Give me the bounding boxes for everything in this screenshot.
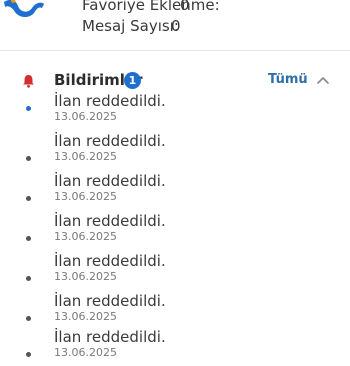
messages-value: 0 bbox=[171, 17, 181, 35]
notification-date: 13.06.2025 bbox=[54, 310, 117, 323]
notification-text: İlan reddedildi. bbox=[54, 92, 166, 110]
notification-date: 13.06.2025 bbox=[54, 230, 117, 243]
favorites-value: 0 bbox=[180, 0, 190, 14]
stats-panel: Favoriye Eklenme: 0 Mesaj Sayısı: 0 bbox=[0, 0, 350, 52]
notification-item[interactable]: İlan reddedildi. 13.06.2025 bbox=[0, 92, 350, 130]
read-dot-icon bbox=[26, 276, 31, 281]
notification-item[interactable]: İlan reddedildi. 13.06.2025 bbox=[0, 132, 350, 170]
notification-item[interactable]: İlan reddedildi. 13.06.2025 bbox=[0, 212, 350, 250]
notification-date: 13.06.2025 bbox=[54, 270, 117, 283]
notification-text: İlan reddedildi. bbox=[54, 212, 166, 230]
notification-text: İlan reddedildi. bbox=[54, 328, 166, 346]
notification-item[interactable]: İlan reddedildi. 13.06.2025 bbox=[0, 292, 350, 330]
notifications-count-badge: 1 bbox=[124, 72, 141, 89]
read-dot-icon bbox=[26, 196, 31, 201]
read-dot-icon bbox=[26, 236, 31, 241]
unread-dot-icon bbox=[26, 106, 31, 111]
notification-item[interactable]: İlan reddedildi. 13.06.2025 bbox=[0, 252, 350, 290]
chevron-up-icon[interactable] bbox=[316, 74, 330, 86]
bell-icon bbox=[23, 75, 34, 88]
notification-text: İlan reddedildi. bbox=[54, 292, 166, 310]
favorites-label: Favoriye Eklenme: bbox=[82, 0, 220, 14]
messages-label: Mesaj Sayısı: bbox=[82, 17, 179, 35]
notification-date: 13.06.2025 bbox=[54, 110, 117, 123]
notification-date: 13.06.2025 bbox=[54, 346, 117, 359]
notification-date: 13.06.2025 bbox=[54, 150, 117, 163]
read-dot-icon bbox=[26, 352, 31, 357]
notification-text: İlan reddedildi. bbox=[54, 132, 166, 150]
see-all-link[interactable]: Tümü bbox=[268, 72, 308, 87]
brand-logo-icon bbox=[4, 0, 44, 17]
notification-text: İlan reddedildi. bbox=[54, 252, 166, 270]
notification-text: İlan reddedildi. bbox=[54, 172, 166, 190]
notification-date: 13.06.2025 bbox=[54, 190, 117, 203]
notification-item[interactable]: İlan reddedildi. 13.06.2025 bbox=[0, 328, 350, 366]
notification-item[interactable]: İlan reddedildi. 13.06.2025 bbox=[0, 172, 350, 210]
read-dot-icon bbox=[26, 156, 31, 161]
section-divider bbox=[0, 50, 350, 51]
read-dot-icon bbox=[26, 316, 31, 321]
